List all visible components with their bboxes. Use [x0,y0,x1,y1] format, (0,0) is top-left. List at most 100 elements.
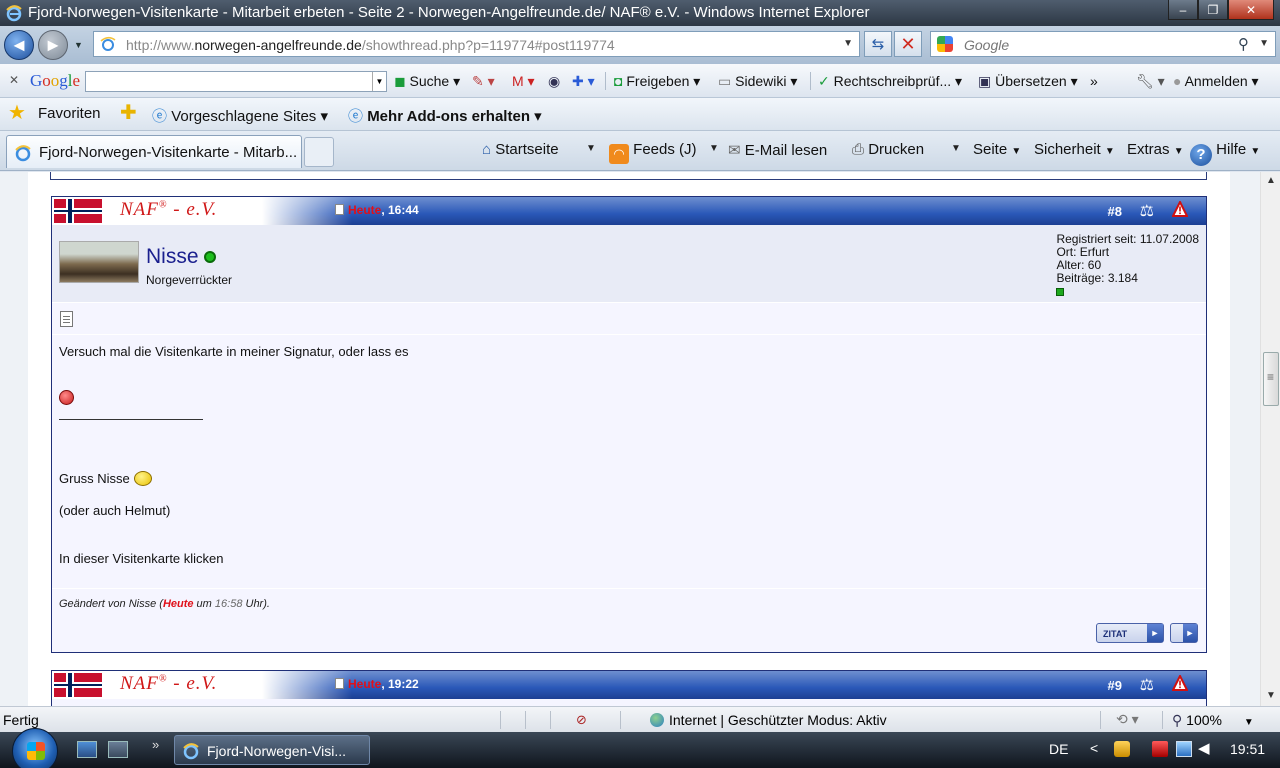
suche-button[interactable]: ◼ Suche ▾ [394,73,460,90]
google-toolbar: ✕ Google ▼ ◼ Suche ▾ ✎ ▾ M ▾ ◉ ✚ ▾ ◘ Fre… [0,64,1280,98]
new-tab-button[interactable] [304,137,334,167]
translate-button[interactable]: ▣ Übersetzen ▾ [978,73,1078,90]
feeds-dropdown-icon[interactable]: ▼ [709,143,719,154]
zoom-level[interactable]: ⚲ 100% ▼ [1172,712,1254,729]
stop-button[interactable]: ✕ [894,31,922,57]
startseite-button[interactable]: ⌂ Startseite [482,141,559,158]
quote-button[interactable]: ZITAT ► [1096,623,1164,643]
seite-menu[interactable]: Seite ▼ [973,141,1021,158]
spellcheck-button[interactable]: ✓ Rechtschreibprüf... ▾ [818,73,962,90]
edit-note: Geändert von Nisse (Heute um 16:58 Uhr). [52,588,1206,618]
show-hidden-icons-button[interactable]: < [1090,740,1098,756]
search-placeholder: Google [964,37,1010,53]
system-clock[interactable]: 19:51 [1230,741,1265,757]
wrench-settings-icon[interactable]: 🔧︎ ▾ [1136,73,1165,90]
ie-suggested-icon: ⓔ [152,108,168,125]
google-search-dropdown-icon[interactable]: ▼ [372,72,386,91]
recent-pages-dropdown-icon[interactable]: ▼ [74,40,83,50]
address-bar[interactable]: http://www.norwegen-angelfreunde.de/show… [93,31,860,57]
taskbar-ie-window-button[interactable]: Fjord-Norwegen-Visi... [174,735,370,765]
post-number-link[interactable]: #9 [1108,678,1122,693]
warning-report-icon[interactable] [1172,201,1188,217]
security-zone[interactable]: Internet | Geschützter Modus: Aktiv [650,712,887,728]
user-stats: Registriert seit: 11.07.2008 Ort: Erfurt… [1056,233,1199,296]
sicherheit-chevron-icon: ▼ [1104,146,1115,157]
spellcheck-icon: ✓ [818,73,830,89]
freigeben-button[interactable]: ◘ Freigeben ▾ [614,73,700,90]
tray-app-icon[interactable] [1114,741,1130,757]
scroll-thumb[interactable] [1263,352,1279,406]
start-button[interactable] [12,728,58,768]
translate-icon: ▣ [978,73,992,89]
post-date: Heute, 16:44 [335,203,419,217]
angry-smiley-icon [59,390,74,405]
signature-name: (oder auch Helmut) [59,503,171,518]
add-button-icon[interactable]: ✚ ▾ [572,73,595,90]
address-dropdown-icon[interactable]: ▼ [843,38,853,49]
report-scale-icon[interactable]: ⚖ [1140,201,1154,221]
toolbar-more-button[interactable]: » [1090,73,1098,89]
network-icon[interactable] [1176,741,1192,757]
startseite-dropdown-icon[interactable]: ▼ [586,143,596,154]
show-desktop-icon[interactable] [77,741,97,758]
maximize-button[interactable]: ❐ [1198,0,1228,20]
extras-chevron-icon: ▼ [1173,146,1184,157]
user-post-count: Beiträge: 3.184 [1056,271,1138,285]
hilfe-chevron-icon: ▼ [1250,146,1261,157]
search-options-dropdown-icon[interactable]: ▼ [1259,38,1269,49]
post-user-info: Nisse Norgeverrückter Registriert seit: … [52,225,1206,303]
popup-blocker-icon[interactable]: ⊘ [576,712,587,728]
search-box[interactable]: Google ⚲ ▼ [930,31,1276,57]
quicklaunch-more-button[interactable]: » [152,737,159,752]
close-toolbar-icon[interactable]: ✕ [9,73,19,87]
anmelden-button[interactable]: ● Anmelden ▾ [1173,73,1259,90]
tray-security-icon[interactable] [1152,741,1168,757]
addons-button[interactable]: ⓔ Mehr Add-ons erhalten ▾ [348,105,542,126]
tab-active[interactable]: Fjord-Norwegen-Visitenkarte - Mitarb... [6,135,302,168]
search-icon[interactable]: ⚲ [1238,35,1249,53]
feeds-button[interactable]: ◠ Feeds (J) [609,141,697,164]
status-bar: Fertig ⊘ Internet | Geschützter Modus: A… [0,706,1280,732]
help-icon: ? [1190,144,1212,166]
translate-globe-icon[interactable]: ◉ [548,73,560,90]
post-actions: ZITAT ► ► [52,618,1206,652]
drucken-button[interactable]: ⎙ Drucken [852,141,924,158]
reputation-icon [1056,288,1065,296]
protected-mode-icon[interactable]: ⟲ ▾ [1116,711,1139,728]
avatar[interactable] [59,241,139,283]
switch-windows-icon[interactable] [108,741,128,758]
sidewiki-button[interactable]: ▭ Sidewiki ▾ [718,73,797,90]
close-window-button[interactable]: ✕ [1228,0,1274,20]
back-button[interactable]: ◄ [4,30,34,60]
gmail-icon[interactable]: M ▾ [512,73,535,90]
naf-logo: NAF® - e.V. [52,671,352,699]
forward-button[interactable]: ► [38,30,68,60]
toolbar-bookmark-icon[interactable]: ✎ ▾ [472,73,495,90]
extras-menu[interactable]: Extras ▼ [1127,141,1184,158]
multi-quote-button[interactable]: ► [1170,623,1198,643]
volume-icon[interactable]: ◀ [1198,741,1214,757]
drucken-dropdown-icon[interactable]: ▼ [951,143,961,154]
scroll-down-icon[interactable]: ▼ [1266,690,1276,701]
post-text: Versuch mal die Visitenkarte in meiner S… [59,344,409,359]
hilfe-menu[interactable]: ? Hilfe ▼ [1190,141,1260,166]
username-link[interactable]: Nisse [146,245,216,269]
email-lesen-button[interactable]: ✉ E-Mail lesen [728,141,827,159]
minimize-button[interactable]: – [1168,0,1198,20]
online-status-icon [203,251,216,263]
google-search-input[interactable]: ▼ [85,71,387,92]
post-number-link[interactable]: #8 [1108,204,1122,219]
add-favorite-icon[interactable]: ✚ [120,100,137,125]
vorgeschlagene-sites-button[interactable]: ⓔ Vorgeschlagene Sites ▾ [152,105,328,126]
sicherheit-menu[interactable]: Sicherheit ▼ [1034,141,1115,158]
forum-post: NAF® - e.V. Heute, 16:44 #8 ⚖ Nisse Norg… [51,196,1207,653]
report-scale-icon[interactable]: ⚖ [1140,675,1154,695]
language-indicator[interactable]: DE [1049,741,1068,757]
signature-card-link[interactable]: In dieser Visitenkarte klicken [59,551,224,566]
naf-logo: NAF® - e.V. [52,197,352,225]
vertical-scrollbar[interactable]: ▲ ▼ [1260,172,1280,706]
refresh-button[interactable]: ⇆ [864,31,892,57]
scroll-up-icon[interactable]: ▲ [1266,175,1276,186]
warning-report-icon[interactable] [1172,675,1188,691]
favorites-button[interactable]: Favoriten [38,105,101,122]
